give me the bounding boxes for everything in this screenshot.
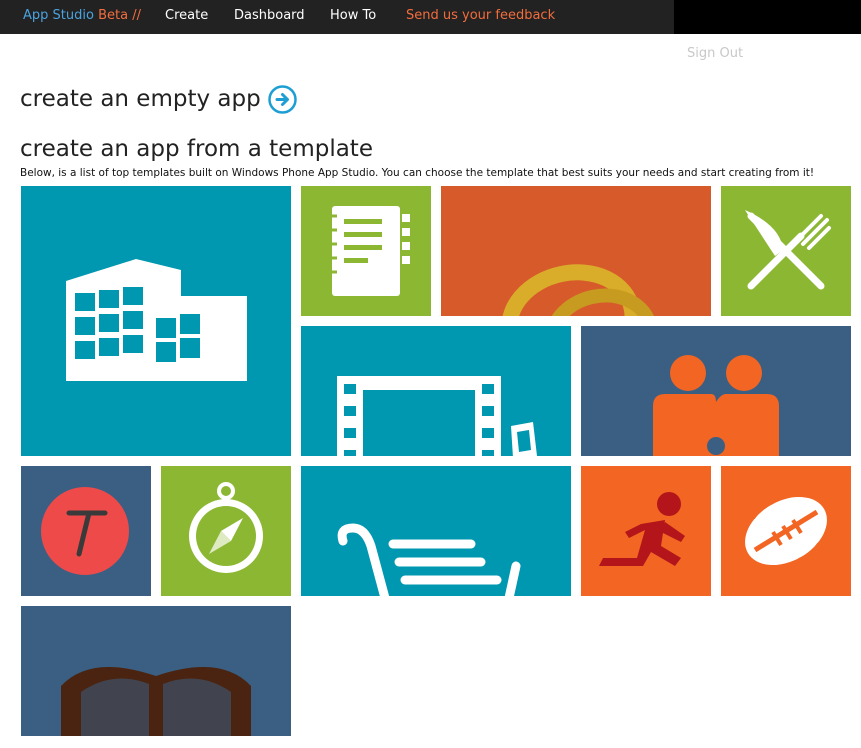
- brand-beta: Beta //: [98, 8, 141, 23]
- runner-icon: [599, 492, 685, 566]
- user-account-area: [674, 0, 861, 34]
- template-tile-shopping[interactable]: [301, 466, 571, 596]
- nav-dashboard[interactable]: Dashboard: [234, 8, 305, 23]
- template-tile-video[interactable]: [301, 326, 571, 456]
- template-tile-building[interactable]: [21, 186, 291, 456]
- people-icon: [653, 355, 779, 456]
- letter-t-icon: [41, 487, 129, 575]
- feedback-link[interactable]: Send us your feedback: [406, 8, 555, 23]
- shopping-cart-icon: [337, 523, 521, 596]
- create-empty-app-heading[interactable]: create an empty app: [20, 86, 261, 112]
- rings-icon: [501, 264, 658, 316]
- building-icon: [66, 259, 247, 381]
- template-tile-food[interactable]: [721, 186, 851, 316]
- template-tile-social[interactable]: [581, 326, 851, 456]
- top-navigation-bar: App Studio Beta // Create Dashboard How …: [0, 0, 861, 34]
- app-studio-logo[interactable]: App Studio Beta //: [23, 8, 141, 23]
- brand-name: App Studio: [23, 8, 94, 23]
- book-icon: [61, 667, 251, 736]
- nav-how-to[interactable]: How To: [330, 8, 376, 23]
- template-description: Below, is a list of top templates built …: [20, 167, 815, 179]
- nav-create[interactable]: Create: [165, 8, 208, 23]
- create-from-template-heading: create an app from a template: [20, 136, 373, 162]
- sign-out-link[interactable]: Sign Out: [687, 46, 743, 61]
- template-tile-text[interactable]: [21, 466, 151, 596]
- arrow-right-icon[interactable]: [268, 85, 297, 114]
- template-tile-compass[interactable]: [161, 466, 291, 596]
- notebook-icon: [327, 206, 410, 296]
- knife-fork-icon: [745, 210, 831, 290]
- template-tile-reading[interactable]: [21, 606, 291, 736]
- template-tile-sports[interactable]: [721, 466, 851, 596]
- film-strip-icon: [337, 376, 537, 456]
- football-icon: [745, 496, 827, 566]
- compass-icon: [189, 482, 263, 573]
- template-tile-notebook[interactable]: [301, 186, 431, 316]
- template-tile-fitness[interactable]: [581, 466, 711, 596]
- template-tile-rings[interactable]: [441, 186, 711, 316]
